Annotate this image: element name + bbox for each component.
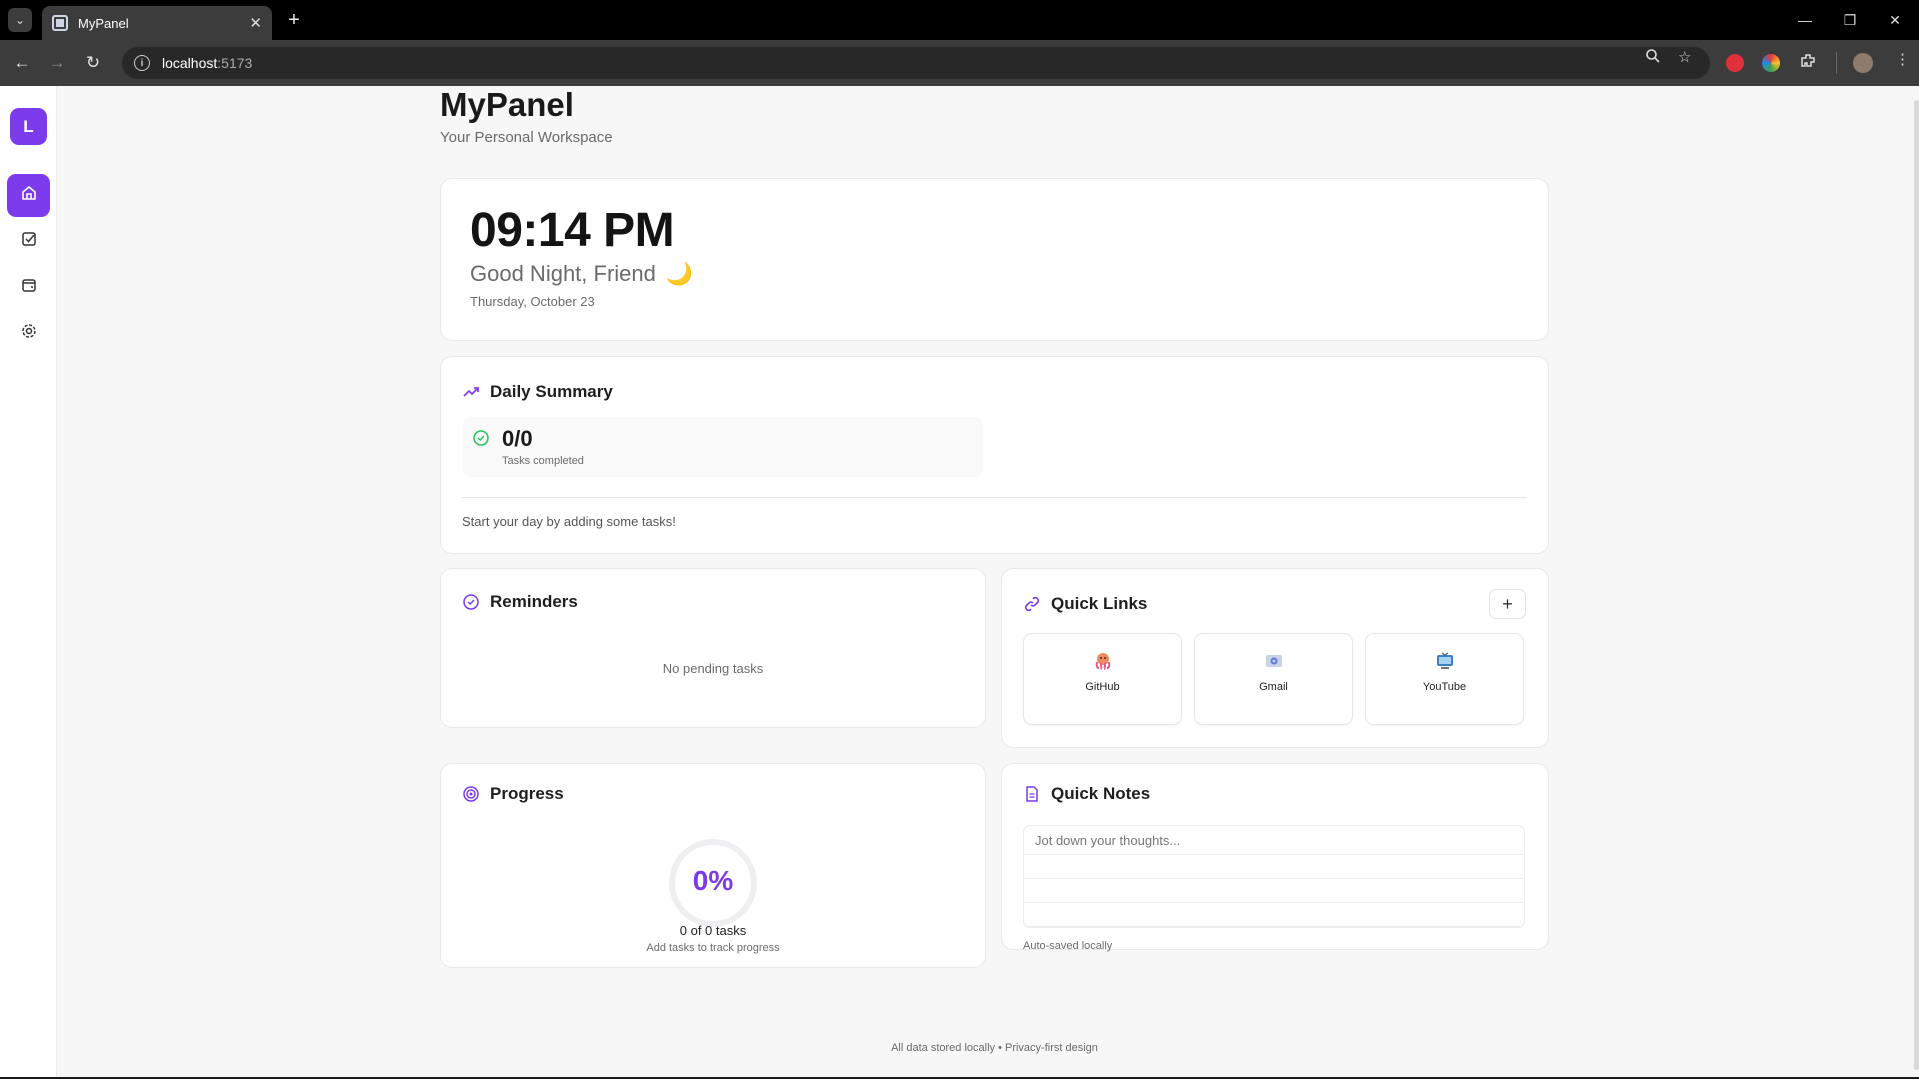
browser-toolbar: ← → ↻ i localhost:5173 ☆ ⋮ xyxy=(0,40,1919,86)
daily-summary-title-text: Daily Summary xyxy=(490,382,613,401)
greeting: Good Night, Friend 🌙 xyxy=(470,261,693,287)
sidebar-item-settings[interactable] xyxy=(7,312,50,355)
notes-input[interactable] xyxy=(1024,826,1524,927)
quick-link-name: YouTube xyxy=(1422,681,1467,693)
target-icon xyxy=(462,785,480,803)
quick-links-title-text: Quick Links xyxy=(1051,594,1148,613)
reload-button[interactable]: ↻ xyxy=(81,51,105,75)
moon-icon: 🌙 xyxy=(665,261,694,286)
profile-avatar[interactable] xyxy=(1853,53,1873,73)
page-subtitle: Your Personal Workspace xyxy=(440,129,613,146)
tasks-completed-stat: 0/0 Tasks completed xyxy=(463,417,983,477)
check-circle-icon xyxy=(472,429,490,452)
reminders-title: Reminders xyxy=(462,592,578,612)
sidebar-item-home[interactable] xyxy=(7,174,50,217)
sidebar-item-tasks[interactable] xyxy=(7,220,50,263)
progress-title: Progress xyxy=(462,784,564,804)
summary-hint: Start your day by adding some tasks! xyxy=(462,514,676,529)
extensions-icon[interactable] xyxy=(1799,52,1817,74)
url-port: :5173 xyxy=(217,55,253,71)
settings-icon xyxy=(20,322,38,345)
current-time: 09:14 PM xyxy=(470,204,675,257)
color-extension-icon[interactable] xyxy=(1762,54,1780,72)
zoom-icon[interactable] xyxy=(1645,48,1661,68)
greeting-text: Good Night, Friend xyxy=(470,261,656,286)
address-bar[interactable]: i localhost:5173 xyxy=(122,47,1710,79)
progress-tasks-count: 0 of 0 tasks xyxy=(679,923,747,938)
footer-text: All data stored locally • Privacy-first … xyxy=(891,1042,1098,1054)
quick-notes-title-text: Quick Notes xyxy=(1051,784,1151,803)
quick-link-github[interactable]: GitHub xyxy=(1023,633,1182,725)
add-link-button[interactable]: + xyxy=(1489,589,1526,619)
octopus-icon xyxy=(1024,650,1181,672)
daily-summary-card: Daily Summary 0/0 Tasks completed Start … xyxy=(440,356,1549,554)
minimize-button[interactable]: — xyxy=(1790,8,1820,32)
browser-menu-icon[interactable]: ⋮ xyxy=(1895,50,1910,68)
tab-close-icon[interactable]: ✕ xyxy=(249,14,262,32)
current-date: Thursday, October 23 xyxy=(470,294,595,309)
bookmark-star-icon[interactable]: ☆ xyxy=(1678,48,1691,66)
adblock-extension-icon[interactable] xyxy=(1726,54,1744,72)
progress-title-text: Progress xyxy=(490,784,564,803)
browser-tab-bar: ⌄ MyPanel ✕ + — ❐ ✕ xyxy=(0,0,1919,40)
clock-card: 09:14 PM Good Night, Friend 🌙 Thursday, O… xyxy=(440,178,1549,341)
tasks-completed-value: 0/0 xyxy=(502,426,533,451)
quick-link-gmail[interactable]: Gmail xyxy=(1194,633,1353,725)
close-window-button[interactable]: ✕ xyxy=(1880,8,1910,32)
restore-button[interactable]: ❐ xyxy=(1835,8,1865,32)
site-info-icon[interactable]: i xyxy=(134,55,150,71)
summary-divider xyxy=(462,497,1527,498)
check-circle-icon xyxy=(462,593,480,611)
daily-summary-title: Daily Summary xyxy=(462,382,613,402)
quick-link-name: Gmail xyxy=(1259,681,1288,693)
user-avatar[interactable]: L xyxy=(10,108,47,145)
tasks-completed-label: Tasks completed xyxy=(502,455,584,467)
home-icon xyxy=(20,184,38,207)
document-icon xyxy=(1023,785,1041,803)
tasks-icon xyxy=(20,230,38,253)
quick-links-card: Quick Links + GitHub Gmail YouTube xyxy=(1001,568,1549,748)
quick-link-youtube[interactable]: YouTube xyxy=(1365,633,1524,725)
tab-search-button[interactable]: ⌄ xyxy=(8,8,32,32)
forward-button[interactable]: → xyxy=(45,51,69,75)
autosave-status: Auto-saved locally xyxy=(1023,940,1113,952)
reminders-card: Reminders No pending tasks xyxy=(440,568,986,728)
trending-up-icon xyxy=(462,383,480,401)
back-button[interactable]: ← xyxy=(10,51,34,75)
wallet-icon xyxy=(20,276,38,299)
url-host: localhost xyxy=(162,55,218,71)
reminders-empty-state: No pending tasks xyxy=(662,661,764,676)
page-title: MyPanel xyxy=(440,86,574,123)
email-icon xyxy=(1195,650,1352,672)
browser-tab[interactable]: MyPanel ✕ xyxy=(42,6,272,40)
new-tab-button[interactable]: + xyxy=(282,8,306,32)
reminders-title-text: Reminders xyxy=(490,592,578,611)
progress-hint: Add tasks to track progress xyxy=(646,942,780,954)
sidebar-item-wallet[interactable] xyxy=(7,266,50,309)
quick-link-name: GitHub xyxy=(1085,681,1120,693)
tv-icon xyxy=(1366,650,1523,672)
tab-favicon-icon xyxy=(52,15,68,31)
progress-card: Progress 0% 0 of 0 tasks Add tasks to tr… xyxy=(440,763,986,968)
tab-title: MyPanel xyxy=(78,15,129,31)
quick-links-title: Quick Links xyxy=(1023,594,1147,614)
toolbar-divider xyxy=(1836,52,1837,74)
quick-notes-card: Quick Notes Auto-saved locally xyxy=(1001,763,1549,952)
notes-area xyxy=(1023,825,1525,928)
progress-percent: 0% xyxy=(692,865,734,896)
app-sidebar: L xyxy=(0,86,57,1079)
quick-notes-title: Quick Notes xyxy=(1023,784,1150,804)
link-icon xyxy=(1023,595,1041,613)
page-scrollbar[interactable] xyxy=(1914,100,1919,1070)
